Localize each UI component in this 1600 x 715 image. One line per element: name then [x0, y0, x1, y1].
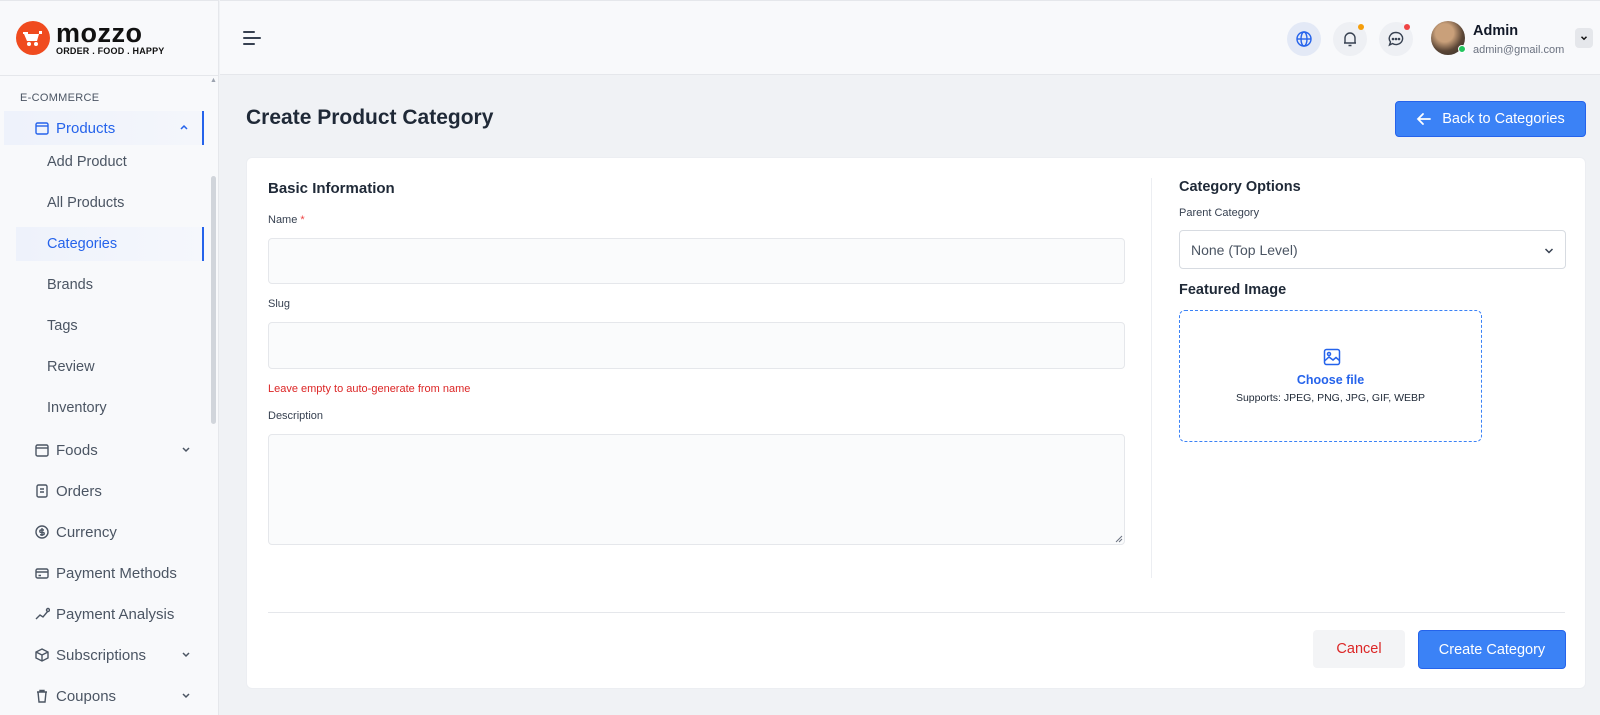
name-label: Name * — [268, 214, 305, 226]
notification-dot — [1358, 24, 1364, 30]
online-status-badge — [1458, 45, 1466, 53]
notifications-button[interactable] — [1333, 22, 1367, 56]
sidebar: mozzo ORDER . FOOD . HAPPY E-COMMERCE Pr… — [0, 0, 219, 715]
analytics-icon — [34, 606, 50, 622]
nav-section-ecommerce: E-COMMERCE — [20, 92, 100, 104]
logo[interactable]: mozzo ORDER . FOOD . HAPPY — [0, 0, 218, 76]
sidebar-item-label: Coupons — [56, 687, 117, 705]
sidebar-item-orders[interactable]: Orders — [0, 474, 204, 508]
featured-image-dropzone[interactable]: Choose file Supports: JPEG, PNG, JPG, GI… — [1179, 310, 1482, 442]
currency-icon — [34, 524, 50, 540]
create-category-button[interactable]: Create Category — [1418, 630, 1566, 669]
parent-category-value: None (Top Level) — [1191, 241, 1298, 258]
chevron-up-icon — [180, 124, 188, 130]
messages-button[interactable] — [1379, 22, 1413, 56]
bag-icon — [34, 120, 50, 136]
description-textarea[interactable] — [268, 434, 1125, 545]
slug-label: Slug — [268, 298, 291, 310]
chat-icon — [1388, 31, 1404, 47]
name-input[interactable] — [268, 238, 1125, 284]
back-button-label: Back to Categories — [1442, 111, 1565, 127]
sidebar-item-label: Payment Analysis — [56, 605, 175, 623]
sidebar-subitem-categories[interactable]: Categories — [16, 227, 204, 261]
user-menu-toggle[interactable] — [1575, 28, 1593, 48]
sidebar-item-foods[interactable]: Foods — [0, 433, 204, 467]
cancel-button[interactable]: Cancel — [1313, 630, 1405, 668]
sidebar-item-label: Currency — [56, 523, 117, 541]
sidebar-subitem-tags[interactable]: Tags — [16, 309, 204, 343]
supported-formats-text: Supports: JPEG, PNG, JPG, GIF, WEBP — [1235, 392, 1426, 404]
logo-name: mozzo — [56, 18, 143, 48]
sidebar-item-coupons[interactable]: Coupons — [0, 679, 204, 713]
credit-card-icon — [34, 565, 50, 581]
trash-icon — [34, 688, 50, 704]
box-icon — [34, 647, 50, 663]
category-options-title: Category Options — [1179, 179, 1301, 195]
sidebar-item-subscriptions[interactable]: Subscriptions — [0, 638, 204, 672]
resize-handle-icon[interactable] — [1115, 535, 1123, 543]
column-divider — [1151, 178, 1152, 578]
required-marker: * — [300, 214, 305, 226]
bag-icon — [34, 442, 50, 458]
page-title: Create Product Category — [246, 106, 494, 129]
sidebar-item-payment-analysis[interactable]: Payment Analysis — [0, 597, 204, 631]
sidebar-subitem-brands[interactable]: Brands — [16, 268, 204, 302]
sidebar-item-label: Payment Methods — [56, 564, 177, 582]
parent-category-select[interactable]: None (Top Level) — [1179, 230, 1566, 269]
sidebar-item-label: Products — [56, 119, 116, 137]
chevron-down-icon — [182, 447, 190, 453]
description-label: Description — [268, 410, 324, 422]
menu-toggle-icon[interactable] — [242, 29, 262, 47]
sidebar-item-label: Subscriptions — [56, 646, 147, 664]
globe-icon — [1296, 31, 1312, 47]
sidebar-item-label: Foods — [56, 441, 98, 459]
language-button[interactable] — [1287, 22, 1321, 56]
back-to-categories-button[interactable]: Back to Categories — [1395, 101, 1586, 137]
image-icon — [1323, 348, 1341, 366]
slug-input[interactable] — [268, 322, 1125, 369]
user-email: admin@gmail.com — [1473, 44, 1565, 56]
sidebar-item-label: Orders — [56, 482, 102, 500]
scroll-up-arrow-icon[interactable]: ▲ — [210, 77, 217, 84]
footer-divider — [268, 612, 1565, 613]
logo-cart-icon — [16, 21, 50, 55]
form-card: Basic Information Name * Slug Leave empt… — [246, 157, 1586, 689]
sidebar-subitem-review[interactable]: Review — [16, 350, 204, 384]
message-dot — [1404, 24, 1410, 30]
parent-category-label: Parent Category — [1179, 207, 1260, 219]
choose-file-link[interactable]: Choose file — [1180, 373, 1481, 387]
top-header: Admin admin@gmail.com — [220, 0, 1600, 75]
chevron-down-icon — [1580, 36, 1588, 41]
sidebar-item-products[interactable]: Products — [4, 111, 204, 145]
sidebar-scrollbar[interactable] — [211, 176, 216, 424]
featured-image-title: Featured Image — [1179, 282, 1287, 298]
logo-tagline: ORDER . FOOD . HAPPY — [56, 46, 165, 56]
chevron-down-icon — [1544, 248, 1554, 254]
chevron-down-icon — [182, 652, 190, 658]
basic-information-title: Basic Information — [268, 180, 395, 197]
user-name: Admin — [1473, 23, 1519, 39]
slug-help-text: Leave empty to auto-generate from name — [268, 383, 471, 395]
sidebar-item-currency[interactable]: Currency — [0, 515, 204, 549]
sidebar-subitem-all-products[interactable]: All Products — [16, 186, 204, 220]
chevron-down-icon — [182, 693, 190, 699]
sidebar-subitem-inventory[interactable]: Inventory — [16, 391, 204, 425]
sidebar-item-payment-methods[interactable]: Payment Methods — [0, 556, 204, 590]
sidebar-subitem-add-product[interactable]: Add Product — [16, 145, 204, 179]
bell-icon — [1344, 32, 1356, 47]
arrow-left-icon — [1416, 113, 1432, 125]
clipboard-icon — [34, 483, 50, 499]
